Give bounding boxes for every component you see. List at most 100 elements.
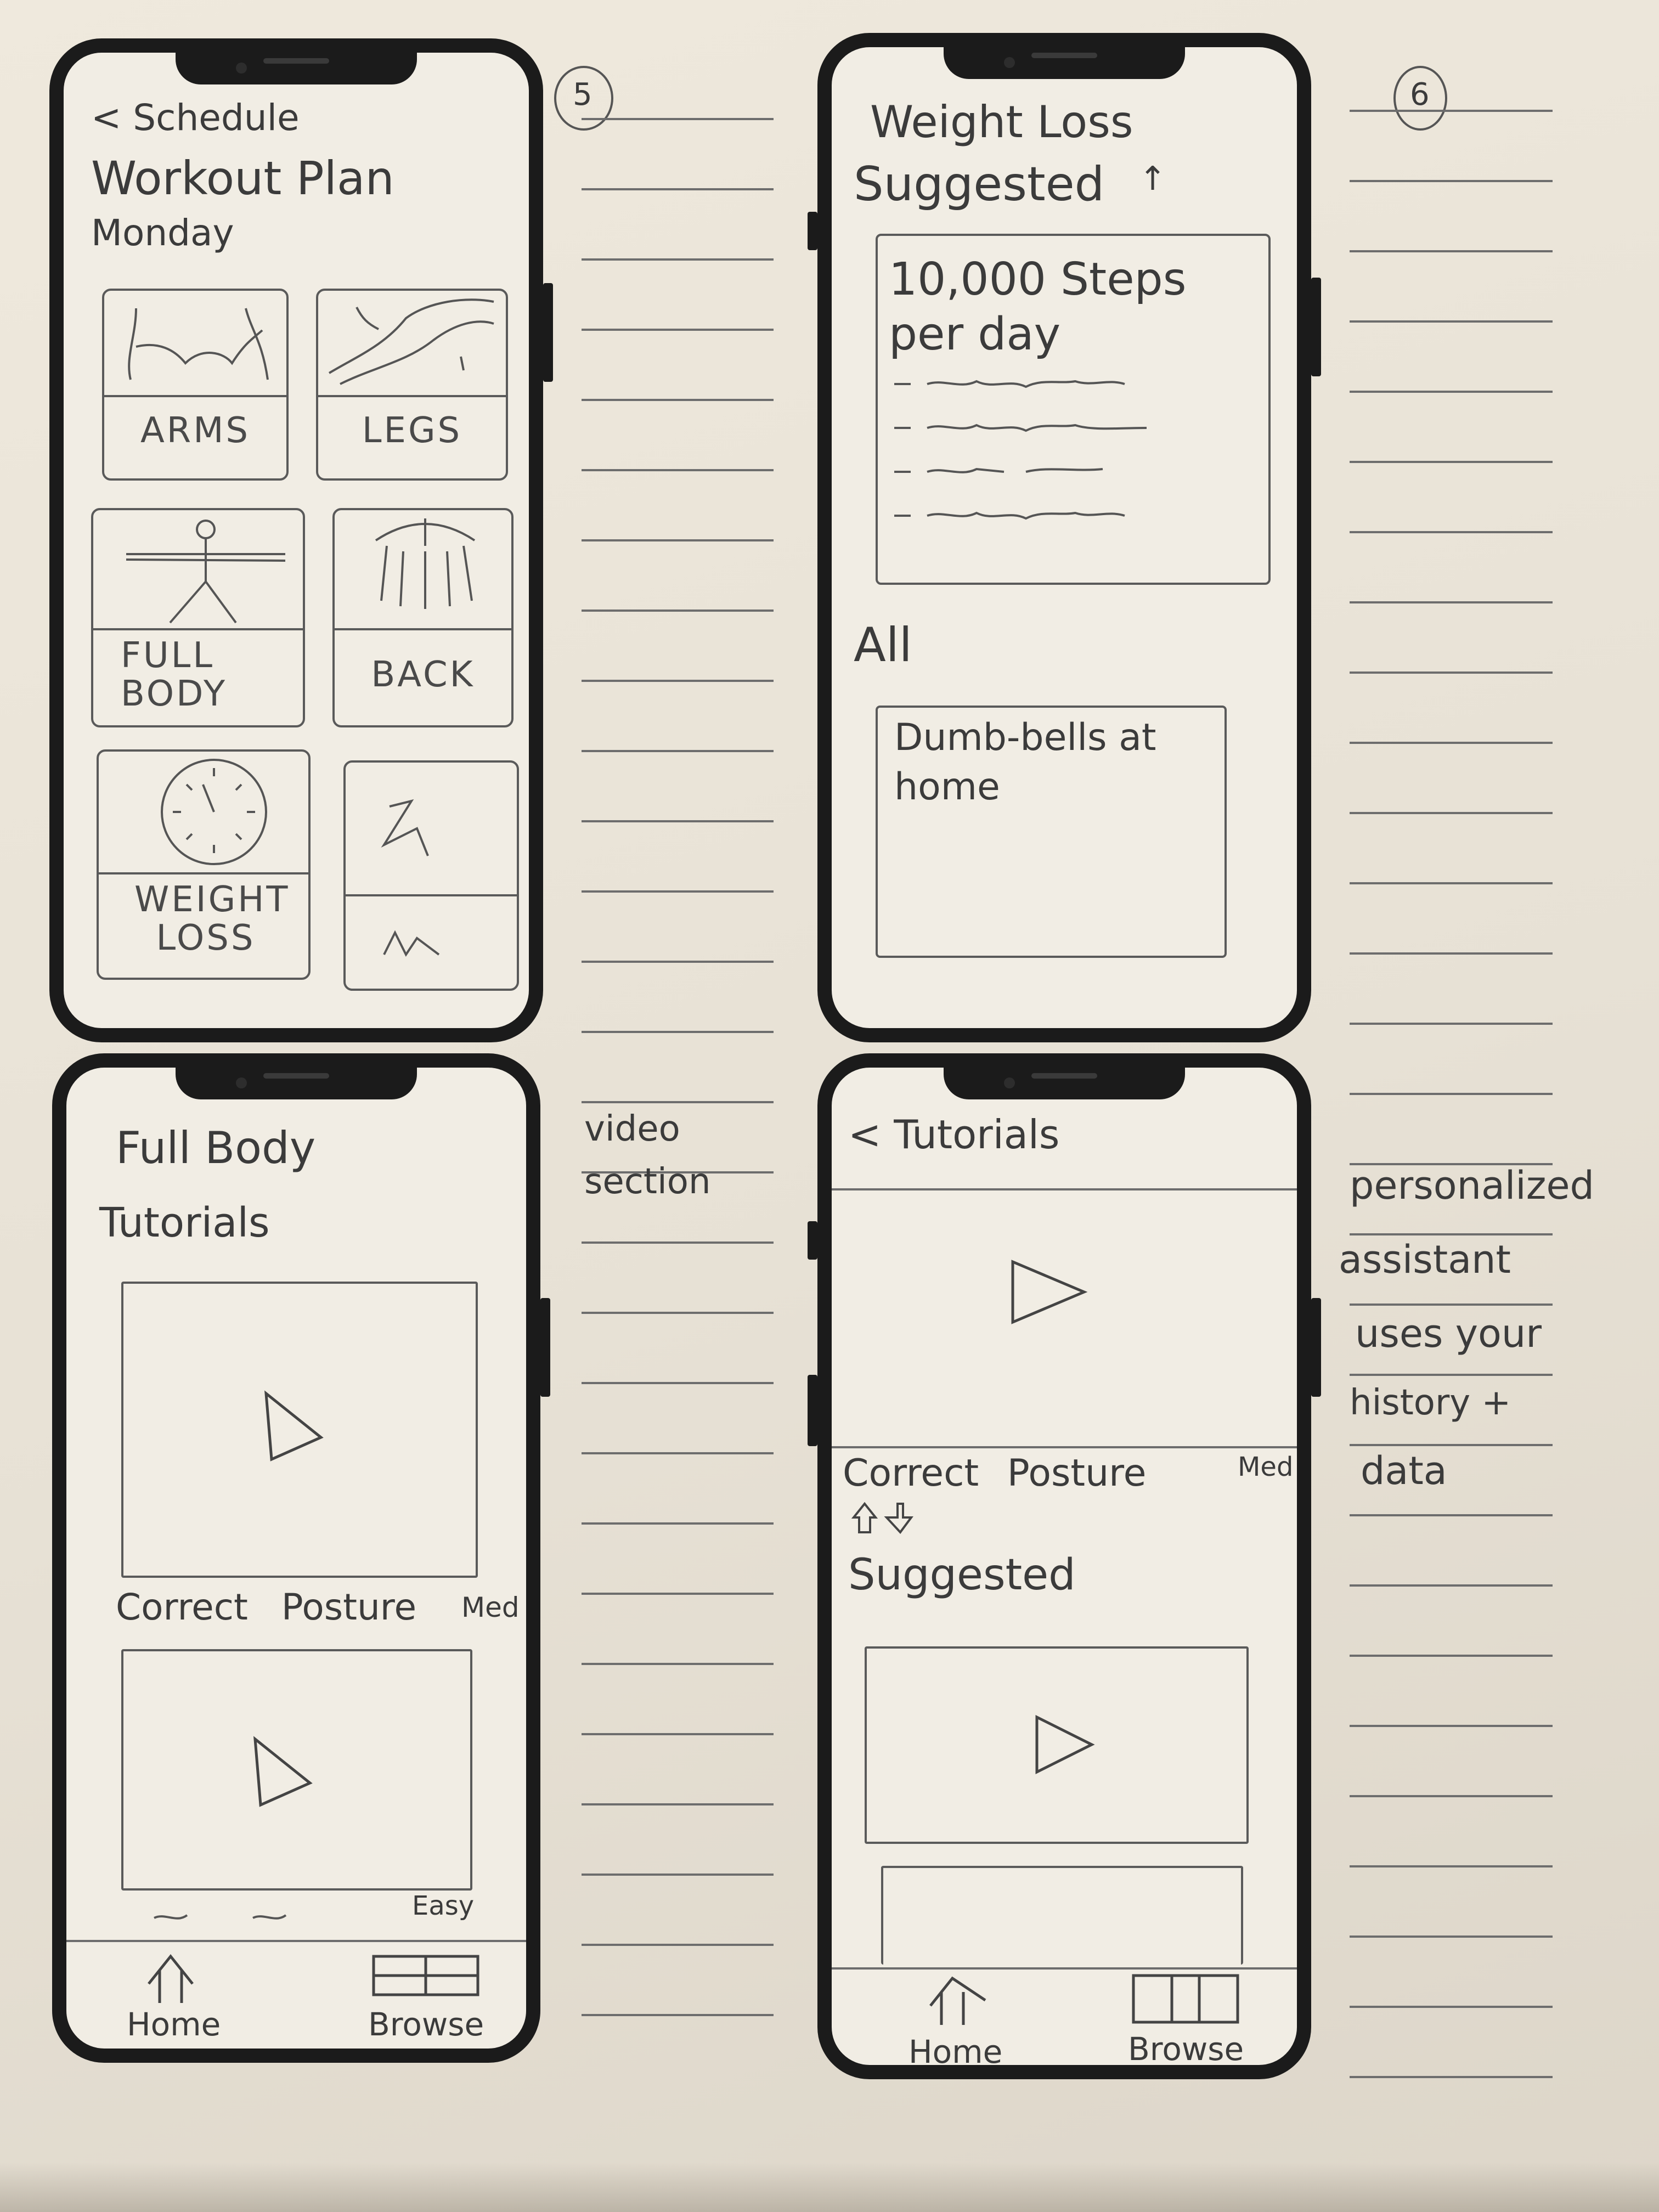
ruled-line — [1350, 180, 1553, 182]
suggested-card-steps[interactable]: 10,000 Steps per day — [876, 234, 1271, 585]
ruled-line — [1350, 601, 1553, 603]
ruled-line — [582, 329, 774, 331]
phone-notch — [944, 45, 1185, 79]
phone-full-body-screen: Full Body Tutorials Correct Posture Med … — [52, 1053, 550, 2063]
play-icon[interactable] — [1007, 1256, 1090, 1328]
ruled-line — [582, 1522, 774, 1525]
page-title: Workout Plan — [91, 151, 394, 205]
ruled-line — [582, 118, 774, 120]
ruled-line — [1350, 110, 1553, 112]
tab-label-home: Home — [909, 2033, 1003, 2070]
tab-home[interactable]: Home — [121, 1951, 231, 2050]
phone-notch — [176, 50, 417, 84]
phone-weight-loss-screen: Weight Loss Suggested ↑ 10,000 Steps per… — [808, 33, 1321, 1042]
tab-label-browse: Browse — [368, 2006, 484, 2043]
back-link-tutorials[interactable]: < Tutorials — [848, 1111, 1059, 1158]
section-heading-suggested: Suggested — [854, 157, 1105, 212]
ruled-line — [582, 1382, 774, 1384]
vote-arrows-icon[interactable] — [848, 1498, 914, 1537]
tile-full-body[interactable]: FULL BODY — [91, 508, 305, 727]
ruled-line — [582, 680, 774, 682]
card-text-placeholder — [894, 380, 1147, 520]
difficulty-badge: Easy — [412, 1891, 475, 1921]
suggested-video[interactable] — [865, 1646, 1249, 1844]
ruled-line — [1350, 1444, 1553, 1446]
play-icon[interactable] — [1031, 1712, 1097, 1778]
arms-muscle-icon — [128, 308, 269, 380]
full-body-figure-icon — [126, 520, 286, 624]
section-heading-all: All — [854, 618, 912, 673]
card-title: Dumb-bells at home — [894, 716, 1156, 809]
difficulty-badge: Med — [461, 1592, 520, 1623]
ruled-line — [1350, 952, 1553, 955]
ruled-line — [1350, 1725, 1553, 1727]
ruled-line — [1350, 1584, 1553, 1587]
ruled-line — [582, 399, 774, 401]
tile-legs[interactable]: LEGS — [316, 289, 508, 481]
ruled-line — [1350, 461, 1553, 463]
difficulty-badge: Med — [1238, 1452, 1294, 1482]
back-link-schedule[interactable]: < Schedule — [91, 97, 300, 139]
video-player-1[interactable] — [121, 1282, 478, 1578]
annotation-video-section: video section — [584, 1109, 711, 1202]
play-icon[interactable] — [261, 1388, 326, 1465]
ruled-line — [582, 961, 774, 963]
day-label: Monday — [91, 212, 234, 254]
video-player-2[interactable] — [121, 1649, 472, 1891]
section-heading-suggested: Suggested — [848, 1550, 1076, 1600]
ruled-line — [582, 1663, 774, 1665]
tab-label-home: Home — [127, 2006, 221, 2043]
page-marker: 5 — [554, 66, 613, 131]
tab-bar-divider — [66, 1940, 526, 1942]
section-heading-tutorials: Tutorials — [99, 1199, 270, 1246]
home-icon — [929, 1976, 986, 2025]
ruled-line — [1350, 391, 1553, 393]
tile-back[interactable]: BACK — [332, 508, 514, 727]
ruled-line — [1350, 1093, 1553, 1095]
page-marker-number: 6 — [1410, 77, 1430, 112]
page-marker: 6 — [1393, 66, 1447, 131]
page-title: Weight Loss — [870, 97, 1133, 148]
notebook-page: < Schedule Workout Plan Monday ARMS LEGS… — [0, 0, 1659, 2212]
ruled-line — [1350, 531, 1553, 533]
grid-icon — [1132, 1974, 1239, 2024]
ruled-line — [1350, 1655, 1553, 1657]
ruled-line — [582, 1874, 774, 1876]
ruled-line — [1350, 1795, 1553, 1797]
ruled-line — [582, 2014, 774, 2016]
tab-browse[interactable]: Browse — [363, 1945, 494, 2050]
ruled-line — [582, 1733, 774, 1735]
tile-label-weight-loss: WEIGHT LOSS — [134, 879, 290, 958]
play-icon[interactable] — [250, 1734, 315, 1810]
ruled-line — [582, 1452, 774, 1454]
video-divider — [832, 1446, 1297, 1448]
phone-notch — [944, 1065, 1185, 1099]
ruled-line — [1350, 320, 1553, 323]
ruled-line — [1350, 1936, 1553, 1938]
ruled-line — [582, 1593, 774, 1595]
sort-arrow-icon[interactable]: ↑ — [1139, 160, 1166, 198]
card-dumbbells[interactable]: Dumb-bells at home — [876, 706, 1227, 958]
annotation-line: history + — [1350, 1383, 1511, 1423]
page-title: Full Body — [116, 1122, 316, 1173]
phone-schedule-screen: < Schedule Workout Plan Monday ARMS LEGS… — [49, 38, 553, 1042]
ruled-line — [582, 469, 774, 471]
annotation-line: data — [1361, 1448, 1447, 1493]
tile-weight-loss[interactable]: WEIGHT LOSS — [97, 749, 311, 980]
tab-home[interactable]: Home — [898, 1973, 1007, 2072]
tile-label-back: BACK — [371, 654, 475, 695]
tab-browse[interactable]: Browse — [1117, 1962, 1260, 2072]
ruled-line — [1350, 2006, 1553, 2008]
ruled-line — [1350, 1023, 1553, 1025]
ruled-line — [1350, 2076, 1553, 2078]
annotation-line: uses your — [1355, 1311, 1542, 1356]
video-player-main[interactable] — [832, 1190, 1297, 1443]
tile-arms[interactable]: ARMS — [102, 289, 289, 481]
tile-placeholder[interactable] — [343, 760, 519, 991]
ruled-line — [1350, 1374, 1553, 1376]
suggested-video-next[interactable] — [881, 1866, 1243, 1965]
ruled-line — [582, 188, 774, 190]
home-icon — [148, 1954, 194, 2003]
ruled-line — [582, 820, 774, 822]
ruled-line — [582, 1031, 774, 1033]
